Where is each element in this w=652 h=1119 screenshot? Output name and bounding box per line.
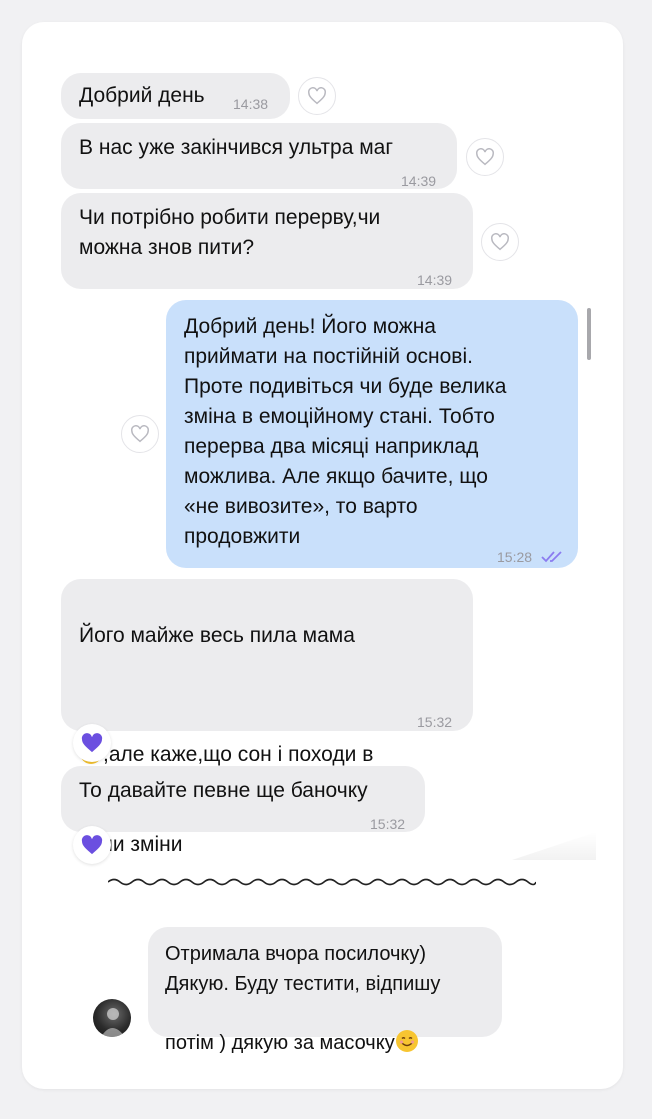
double-check-icon [541,543,565,573]
smiling-face-emoji-icon [395,999,419,1052]
message-time: 14:39 [401,173,437,189]
message-time: 15:28 [497,549,533,565]
message-line: ,але каже,що сон і походи в [79,681,376,770]
review-text: Отримала вчора посилочку) Дякую. Буду те… [165,939,440,1058]
message-time: 14:39 [417,272,453,288]
message-bubble-incoming[interactable]: Його майже весь пила мама ,але каже,що с… [61,579,473,856]
message-text: Добрий день [79,84,205,107]
scrollbar-thumb[interactable] [587,308,591,360]
avatar[interactable] [93,999,131,1037]
like-heart-icon[interactable] [121,415,159,453]
message-bubble-outgoing[interactable]: Добрий день! Його можна приймати на пост… [166,300,578,568]
message-line-text: ,але каже,що сон і походи в [103,743,374,766]
like-heart-icon[interactable] [466,138,504,176]
message-time: 15:32 [370,816,406,832]
message-bubble-incoming[interactable]: То давайте певне ще баночку 15:32 [61,766,425,832]
purple-heart-reaction-icon[interactable] [73,724,111,762]
message-bubble-incoming[interactable]: В нас уже закінчився ультра маг 14:39 [61,123,457,189]
purple-heart-reaction-icon[interactable] [73,826,111,864]
like-heart-icon[interactable] [481,223,519,261]
review-bubble[interactable]: Отримала вчора посилочку) Дякую. Буду те… [148,927,502,1054]
message-text: Добрий день! Його можна приймати на пост… [184,315,507,548]
message-text: То давайте певне ще баночку [79,779,368,802]
message-bubble-incoming[interactable]: Чи потрібно робити перерву,чи можна знов… [61,193,473,289]
wavy-divider [108,878,536,886]
message-time: 14:38 [233,96,269,112]
message-text: Його майже весь пила мама ,але каже,що с… [79,591,376,890]
message-time: 15:32 [417,714,453,730]
like-heart-icon[interactable] [298,77,336,115]
message-line: Його майже весь пила мама [79,624,355,647]
message-bubble-incoming[interactable]: Добрий день 14:38 [61,73,290,119]
message-text: Чи потрібно робити перерву,чи можна знов… [79,206,381,259]
message-text: В нас уже закінчився ультра маг [79,136,393,159]
